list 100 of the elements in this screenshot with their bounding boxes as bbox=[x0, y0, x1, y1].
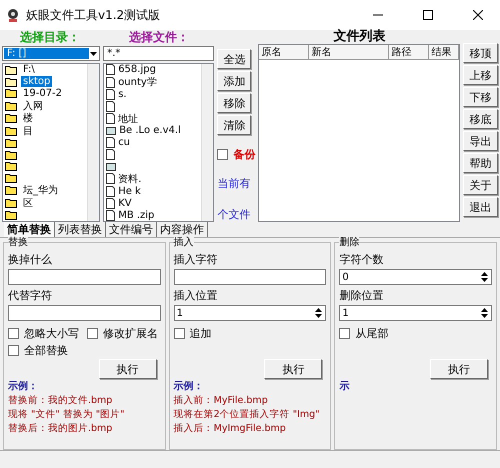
window-icon bbox=[106, 162, 116, 172]
option-checkbox[interactable]: 从尾部 bbox=[339, 327, 388, 340]
side-button[interactable]: 上移 bbox=[463, 65, 498, 85]
spin-arrows-icon[interactable] bbox=[480, 271, 490, 283]
folder-icon bbox=[5, 88, 18, 98]
text-field[interactable] bbox=[8, 305, 161, 321]
window-icon bbox=[106, 126, 116, 136]
maximize-icon[interactable] bbox=[423, 10, 433, 20]
list-button[interactable]: 移除 bbox=[217, 93, 252, 113]
file-item[interactable]: 资料. bbox=[104, 172, 202, 186]
file-count-text: 个文件 bbox=[217, 207, 252, 222]
run-button[interactable]: 执行 bbox=[264, 359, 322, 379]
folder-item[interactable]: 楼 bbox=[3, 112, 88, 124]
field-label: 字符个数 bbox=[339, 253, 384, 267]
example-title: 示例： bbox=[8, 381, 39, 393]
folder-icon bbox=[5, 173, 18, 184]
side-button[interactable]: 移顶 bbox=[463, 43, 498, 63]
side-button[interactable]: 移底 bbox=[463, 109, 498, 129]
file-item[interactable]: 地址 bbox=[104, 112, 202, 125]
folder-item[interactable]: 坛_华为 bbox=[3, 184, 88, 197]
list-button[interactable]: 添加 bbox=[217, 71, 252, 91]
file-count-text: 当前有 bbox=[217, 176, 252, 191]
folder-icon bbox=[5, 100, 18, 111]
run-button[interactable]: 执行 bbox=[98, 359, 157, 379]
document-icon bbox=[106, 137, 116, 148]
column-header[interactable]: 路径 bbox=[389, 45, 430, 60]
example-title: 示 bbox=[339, 381, 350, 393]
example-text: 插入前：MyFile.bmp bbox=[174, 395, 269, 407]
scrollbar[interactable] bbox=[87, 64, 100, 221]
dropdown-arrow-icon bbox=[89, 50, 98, 56]
column-header[interactable]: 原名 bbox=[259, 45, 310, 60]
option-checkbox[interactable]: 全部替换 bbox=[8, 344, 68, 357]
folder-item[interactable]: 19-07-2 bbox=[3, 88, 88, 100]
example-text: 现将 "文件" 替换为 "图片" bbox=[8, 409, 126, 421]
list-button[interactable]: 全选 bbox=[217, 49, 252, 69]
drive-dropdown[interactable]: F: [] bbox=[2, 46, 100, 61]
filter-field[interactable]: *.* bbox=[103, 46, 214, 61]
file-item[interactable]: s. bbox=[104, 88, 202, 100]
window-title: 妖眼文件工具v1.2测试版 bbox=[26, 6, 162, 24]
column-header[interactable]: 结果 bbox=[429, 45, 460, 60]
field-label: 删除位置 bbox=[339, 289, 384, 303]
file-item[interactable]: cu bbox=[104, 136, 202, 149]
document-icon bbox=[106, 173, 116, 184]
file-item[interactable]: He k bbox=[104, 185, 202, 198]
scrollbar[interactable] bbox=[201, 64, 214, 221]
option-checkbox[interactable]: 修改扩展名 bbox=[87, 327, 158, 340]
file-list-title: 文件列表 bbox=[332, 30, 386, 44]
option-checkbox[interactable]: 忽略大小写 bbox=[8, 327, 79, 340]
tab[interactable]: 列表替换 bbox=[55, 222, 106, 237]
side-button[interactable]: 帮助 bbox=[463, 153, 498, 173]
text-field[interactable] bbox=[8, 269, 161, 285]
folder-icon bbox=[5, 150, 18, 160]
file-item[interactable]: MB .zip bbox=[104, 209, 202, 221]
folder-icon bbox=[5, 161, 18, 172]
example-text: 替换后：我的图片.bmp bbox=[8, 423, 114, 435]
file-item[interactable]: ounty学 bbox=[104, 76, 202, 89]
field-label: 插入字符 bbox=[174, 253, 219, 267]
folder-icon bbox=[5, 113, 18, 124]
close-icon[interactable] bbox=[473, 10, 483, 20]
document-icon bbox=[106, 198, 116, 209]
folder-item[interactable]: 目 bbox=[3, 124, 88, 138]
folder-item[interactable]: 区 bbox=[3, 196, 88, 210]
group-title: 删除 bbox=[339, 237, 360, 249]
column-header[interactable]: 新名 bbox=[309, 45, 390, 60]
number-field[interactable]: 1 bbox=[174, 305, 326, 321]
document-icon bbox=[106, 149, 116, 160]
side-button[interactable]: 导出 bbox=[463, 131, 498, 151]
number-field[interactable]: 1 bbox=[339, 305, 492, 321]
document-icon bbox=[106, 88, 116, 100]
file-item[interactable]: 658.jpg bbox=[104, 64, 202, 76]
run-button[interactable]: 执行 bbox=[430, 359, 488, 379]
option-checkbox[interactable]: 追加 bbox=[174, 327, 212, 340]
list-button[interactable]: 清除 bbox=[217, 115, 252, 135]
file-label: 选择文件： bbox=[128, 30, 190, 44]
spin-arrows-icon[interactable] bbox=[480, 307, 490, 319]
text-field[interactable] bbox=[174, 269, 326, 285]
tab[interactable]: 文件编号 bbox=[106, 222, 157, 237]
spin-arrows-icon[interactable] bbox=[314, 307, 324, 319]
folder-item[interactable]: sktop bbox=[3, 76, 88, 88]
file-item[interactable]: KV bbox=[104, 197, 202, 210]
example-text: 替换前：我的文件.bmp bbox=[8, 395, 114, 407]
backup-checkbox[interactable]: 备份 bbox=[217, 147, 256, 162]
example-title: 示例： bbox=[174, 381, 205, 393]
document-icon bbox=[106, 186, 116, 197]
directory-label: 选择目录： bbox=[19, 30, 81, 44]
group-title: 插入 bbox=[174, 237, 194, 249]
folder-icon bbox=[5, 198, 18, 208]
folder-item[interactable]: F:\ bbox=[3, 64, 88, 76]
field-label: 代替字符 bbox=[8, 289, 53, 303]
tab[interactable]: 简单替换 bbox=[4, 222, 55, 237]
folder-icon bbox=[5, 185, 18, 196]
side-button[interactable]: 下移 bbox=[463, 87, 498, 107]
example-text: 现将在第2个位置插入字符 "Img" bbox=[174, 409, 321, 421]
document-icon bbox=[106, 113, 116, 124]
side-button[interactable]: 关于 bbox=[463, 175, 498, 195]
side-button[interactable]: 退出 bbox=[463, 197, 498, 217]
folder-item[interactable]: 入网 bbox=[3, 99, 88, 112]
number-field[interactable]: 0 bbox=[339, 269, 492, 285]
file-item[interactable]: Be .Lo e.v4.l bbox=[104, 124, 202, 137]
folder-icon bbox=[5, 126, 18, 136]
